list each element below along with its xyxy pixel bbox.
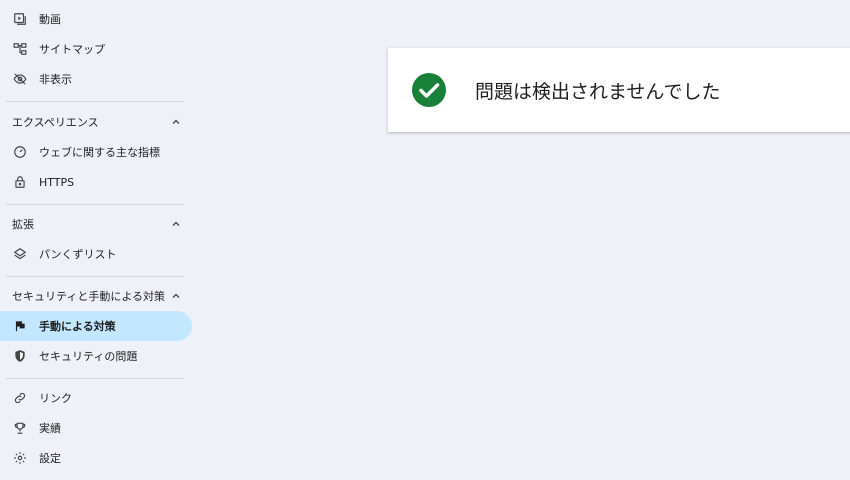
divider — [6, 276, 184, 277]
sidebar-item-label: ウェブに関する主な指標 — [39, 146, 160, 159]
section-header-security[interactable]: セキュリティと手動による対策 — [0, 284, 192, 308]
sidebar-item-links[interactable]: リンク — [0, 383, 192, 413]
section-title: 拡張 — [12, 218, 34, 231]
sidebar-item-label: 非表示 — [39, 73, 72, 86]
divider — [6, 378, 184, 379]
sidebar-item-breadcrumbs[interactable]: パンくずリスト — [0, 239, 192, 269]
chevron-up-icon — [172, 221, 180, 226]
sidebar-item-security-issues[interactable]: セキュリティの問題 — [0, 341, 192, 371]
sidebar-item-label: パンくずリスト — [39, 248, 117, 261]
section-title: セキュリティと手動による対策 — [12, 290, 166, 303]
sidebar-item-https[interactable]: HTTPS — [0, 167, 192, 197]
sidebar-item-label: 設定 — [39, 452, 61, 465]
lock-icon — [13, 175, 27, 189]
status-card: 問題は検出されませんでした — [388, 48, 850, 132]
flag-icon — [13, 319, 27, 333]
hidden-eye-icon — [13, 72, 27, 86]
sidebar-item-label: 実績 — [39, 422, 61, 435]
sidebar-item-label: 動画 — [39, 13, 61, 26]
section-title: エクスペリエンス — [12, 116, 99, 129]
sidebar-item-manual-actions[interactable]: 手動による対策 — [0, 311, 192, 341]
sidebar-item-label: リンク — [39, 392, 72, 405]
sidebar-item-sitemaps[interactable]: サイトマップ — [0, 34, 192, 64]
shield-icon — [13, 349, 27, 363]
divider — [6, 204, 184, 205]
section-header-experience[interactable]: エクスペリエンス — [0, 110, 192, 134]
sidebar-nav: 動画 サイトマップ 非表示 エクスペリエンス ウェブに関する主な指標 HTTPS… — [0, 0, 200, 480]
sidebar-item-label: サイトマップ — [39, 43, 105, 56]
sidebar-item-removals[interactable]: 非表示 — [0, 64, 192, 94]
check-circle-icon — [412, 73, 446, 107]
sidebar-item-label: セキュリティの問題 — [39, 350, 138, 363]
sidebar-item-achievements[interactable]: 実績 — [0, 413, 192, 443]
chevron-up-icon — [172, 293, 180, 298]
link-icon — [13, 391, 27, 405]
chevron-up-icon — [172, 119, 180, 124]
sidebar-item-label: 手動による対策 — [39, 320, 116, 333]
sidebar-item-videos[interactable]: 動画 — [0, 4, 192, 34]
layers-icon — [13, 247, 27, 261]
sidebar-item-core-web-vitals[interactable]: ウェブに関する主な指標 — [0, 137, 192, 167]
sidebar-item-label: HTTPS — [39, 175, 75, 189]
trophy-icon — [13, 421, 27, 435]
divider — [6, 101, 184, 102]
section-header-enhancements[interactable]: 拡張 — [0, 212, 192, 236]
sidebar-item-settings[interactable]: 設定 — [0, 443, 192, 473]
speed-gauge-icon — [13, 145, 27, 159]
sitemap-icon — [13, 42, 27, 56]
video-icon — [13, 12, 27, 26]
gear-icon — [13, 451, 27, 465]
status-message: 問題は検出されませんでした — [475, 80, 721, 103]
